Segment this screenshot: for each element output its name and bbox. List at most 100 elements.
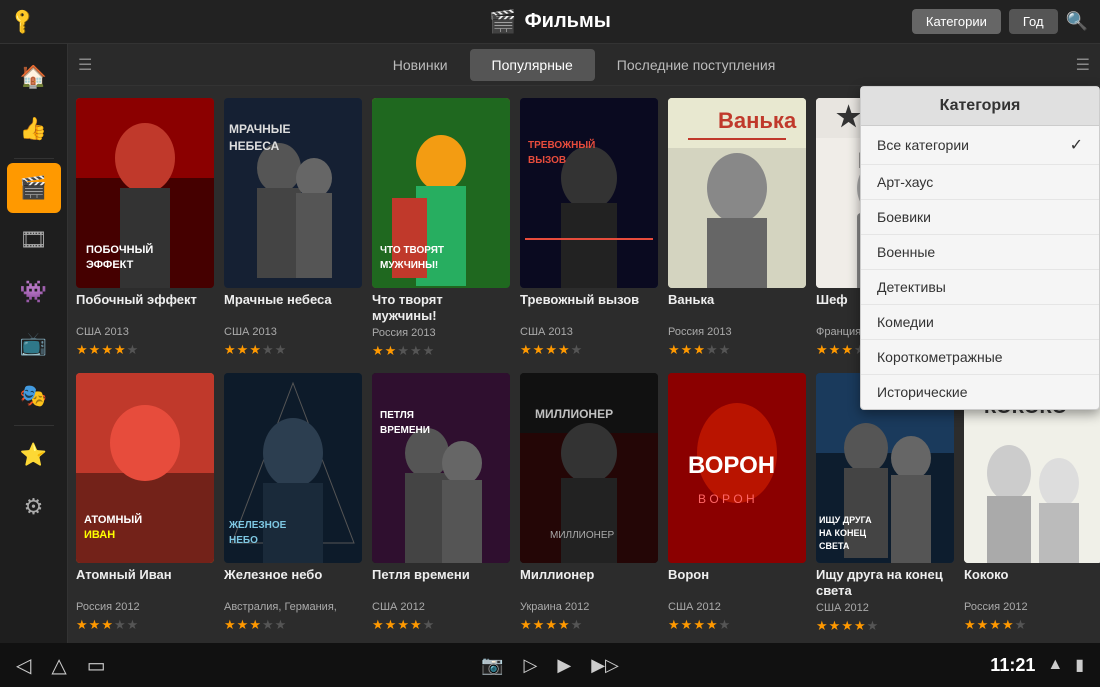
sidebar-divider-2 (14, 425, 54, 426)
movie-title-7: Атомный Иван (76, 567, 214, 597)
poster-figure-2: МРАЧНЫЕ НЕБЕСА (224, 98, 362, 288)
check-icon: ✓ (1070, 135, 1083, 155)
dropdown-item-arthouse[interactable]: Арт-хаус (861, 165, 1099, 200)
poster-figure-3: ЧТО ТВОРЯТ МУЖЧИНЫ! (372, 98, 510, 288)
top-bar-left: 🔑 (12, 11, 34, 32)
top-title: 🎬 Фильмы (489, 9, 611, 35)
movie-item-7[interactable]: АТОМНЫЙ ИВАН Атомный Иван Россия 2012 ★ … (76, 373, 214, 634)
movie-country-year-11: США 2012 (668, 601, 806, 613)
skip-icon[interactable]: ▶▷ (591, 655, 619, 676)
svg-text:АТОМНЫЙ: АТОМНЫЙ (84, 513, 142, 526)
dropdown-item-arthouse-label: Арт-хаус (877, 174, 933, 190)
movie-item-3[interactable]: ЧТО ТВОРЯТ МУЖЧИНЫ! Что творят мужчины! … (372, 98, 510, 359)
svg-text:МИЛЛИОНЕР: МИЛЛИОНЕР (550, 530, 615, 541)
svg-text:МРАЧНЫЕ: МРАЧНЫЕ (229, 122, 291, 136)
movie-title-1: Побочный эффект (76, 292, 214, 322)
svg-text:НА КОНЕЦ: НА КОНЕЦ (819, 528, 866, 538)
movie-item-1[interactable]: ПОБОЧНЫЙ ЭФФЕКТ Побочный эффект США 2013… (76, 98, 214, 359)
movie-poster-4: ТРЕВОЖНЫЙ ВЫЗОВ (520, 98, 658, 288)
bottom-right-status: 11:21 ▲ ▮ (990, 655, 1084, 676)
sidebar-item-settings[interactable]: ⚙ (7, 482, 61, 532)
movie-poster-7: АТОМНЫЙ ИВАН (76, 373, 214, 563)
back-button[interactable]: ◁ (16, 653, 31, 678)
camera-icon[interactable]: 📷 (481, 655, 503, 676)
movie-title-12: Ищу друга на конец света (816, 567, 954, 598)
dropdown-item-boeviki[interactable]: Боевики (861, 200, 1099, 235)
dropdown-item-istoricheskie-label: Исторические (877, 384, 968, 400)
movie-country-year-1: США 2013 (76, 326, 214, 338)
home-button[interactable]: △ (51, 653, 66, 678)
bottom-bar: ◁ △ ▭ 📷 ▷ ▶ ▶▷ 11:21 ▲ ▮ (0, 643, 1100, 687)
movie-item-10[interactable]: МИЛЛИОНЕР МИЛЛИОНЕР Миллионер Украина 20… (520, 373, 658, 634)
dropdown-item-korotkometrazhnye[interactable]: Короткометражные (861, 340, 1099, 375)
svg-text:ВЫЗОВ: ВЫЗОВ (528, 155, 566, 166)
sidebar-divider-1 (14, 158, 54, 159)
svg-text:МУЖЧИНЫ!: МУЖЧИНЫ! (380, 260, 438, 271)
movie-poster-1: ПОБОЧНЫЙ ЭФФЕКТ (76, 98, 214, 288)
movie-item-8[interactable]: ЖЕЛЕЗНОЕ НЕБО Железное небо Австралия, Г… (224, 373, 362, 634)
dropdown-item-komedii[interactable]: Комедии (861, 305, 1099, 340)
sidebar-item-starred[interactable]: ⭐ (7, 430, 61, 480)
movie-country-year-9: США 2012 (372, 601, 510, 613)
movie-country-year-3: Россия 2013 (372, 327, 510, 339)
forward-icon[interactable]: ▶ (557, 655, 571, 676)
recent-button[interactable]: ▭ (87, 653, 106, 678)
film-icon: 🎬 (489, 9, 516, 35)
movie-item-4[interactable]: ТРЕВОЖНЫЙ ВЫЗОВ Тревожный вызов США 2013… (520, 98, 658, 359)
svg-text:ПОБОЧНЫЙ: ПОБОЧНЫЙ (86, 243, 153, 256)
tab-novinki[interactable]: Новинки (371, 49, 470, 81)
poster-figure-4: ТРЕВОЖНЫЙ ВЫЗОВ (520, 98, 658, 288)
dropdown-item-all[interactable]: Все категории ✓ (861, 126, 1099, 165)
svg-text:СВЕТА: СВЕТА (819, 541, 850, 551)
movie-poster-9: ПЕТЛЯ ВРЕМЕНИ (372, 373, 510, 563)
dropdown-item-voennye-label: Военные (877, 244, 935, 260)
dropdown-item-istoricheskie[interactable]: Исторические (861, 375, 1099, 409)
movie-item-11[interactable]: ВОРОН В О Р О Н Ворон США 2012 ★ ★ ★ ★ ★ (668, 373, 806, 634)
tab-popularnye[interactable]: Популярные (470, 49, 595, 81)
movie-country-year-7: Россия 2012 (76, 601, 214, 613)
movie-poster-5: Ванька (668, 98, 806, 288)
app-title: Фильмы (525, 10, 611, 33)
movie-title-4: Тревожный вызов (520, 292, 658, 322)
movie-item-12[interactable]: ИЩУ ДРУГА НА КОНЕЦ СВЕТА Ищу друга на ко… (816, 373, 954, 634)
movie-item-2[interactable]: МРАЧНЫЕ НЕБЕСА Мрачные небеса США 2013 ★… (224, 98, 362, 359)
movie-title-10: Миллионер (520, 567, 658, 597)
movie-item-9[interactable]: ПЕТЛЯ ВРЕМЕНИ Петля времени США 2012 ★ ★… (372, 373, 510, 634)
movie-title-9: Петля времени (372, 567, 510, 597)
dropdown-item-detektivy[interactable]: Детективы (861, 270, 1099, 305)
sidebar-item-cartoons[interactable]: 👾 (7, 267, 61, 317)
dropdown-item-voennye[interactable]: Военные (861, 235, 1099, 270)
movie-country-year-10: Украина 2012 (520, 601, 658, 613)
movie-title-8: Железное небо (224, 567, 362, 597)
dropdown-item-boeviki-label: Боевики (877, 209, 931, 225)
play-icon[interactable]: ▷ (524, 655, 538, 676)
battery-icon: ▮ (1075, 655, 1084, 675)
search-button[interactable]: 🔍 (1066, 11, 1088, 32)
movie-country-year-8: Австралия, Германия, (224, 601, 362, 613)
svg-text:ВРЕМЕНИ: ВРЕМЕНИ (380, 425, 430, 436)
movie-title-11: Ворон (668, 567, 806, 597)
movie-title-13: Кококо (964, 567, 1100, 597)
year-button[interactable]: Год (1009, 9, 1058, 34)
bottom-center-controls: 📷 ▷ ▶ ▶▷ (481, 655, 619, 676)
movie-poster-10: МИЛЛИОНЕР МИЛЛИОНЕР (520, 373, 658, 563)
bottom-left-nav: ◁ △ ▭ (16, 653, 106, 678)
sidebar-item-series[interactable]: 🎞 (7, 215, 61, 265)
sidebar-item-home[interactable]: 🏠 (7, 52, 61, 102)
sidebar-item-favorites[interactable]: 👍 (7, 104, 61, 154)
movie-item-5[interactable]: Ванька Ванька Россия 2013 ★ ★ ★ ★ ★ (668, 98, 806, 359)
sidebar-item-clips[interactable]: 🎭 (7, 371, 61, 421)
movie-stars-7: ★ ★ ★ ★ ★ (76, 617, 214, 633)
dropdown-header: Категория (861, 87, 1099, 126)
svg-text:Ванька: Ванька (718, 108, 797, 133)
movie-country-year-2: США 2013 (224, 326, 362, 338)
movie-item-13[interactable]: КОКОКО Кококо Россия 2012 ★ ★ ★ ★ ★ (964, 373, 1100, 634)
sidebar: 🏠 👍 🎬 🎞 👾 📺 🎭 ⭐ ⚙ (0, 44, 68, 643)
tab-poslednie[interactable]: Последние поступления (595, 49, 798, 81)
sidebar-item-tv[interactable]: 📺 (7, 319, 61, 369)
movie-country-year-4: США 2013 (520, 326, 658, 338)
dropdown-item-komedii-label: Комедии (877, 314, 934, 330)
sidebar-item-movies[interactable]: 🎬 (7, 163, 61, 213)
movie-poster-2: МРАЧНЫЕ НЕБЕСА (224, 98, 362, 288)
categories-button[interactable]: Категории (912, 9, 1001, 34)
